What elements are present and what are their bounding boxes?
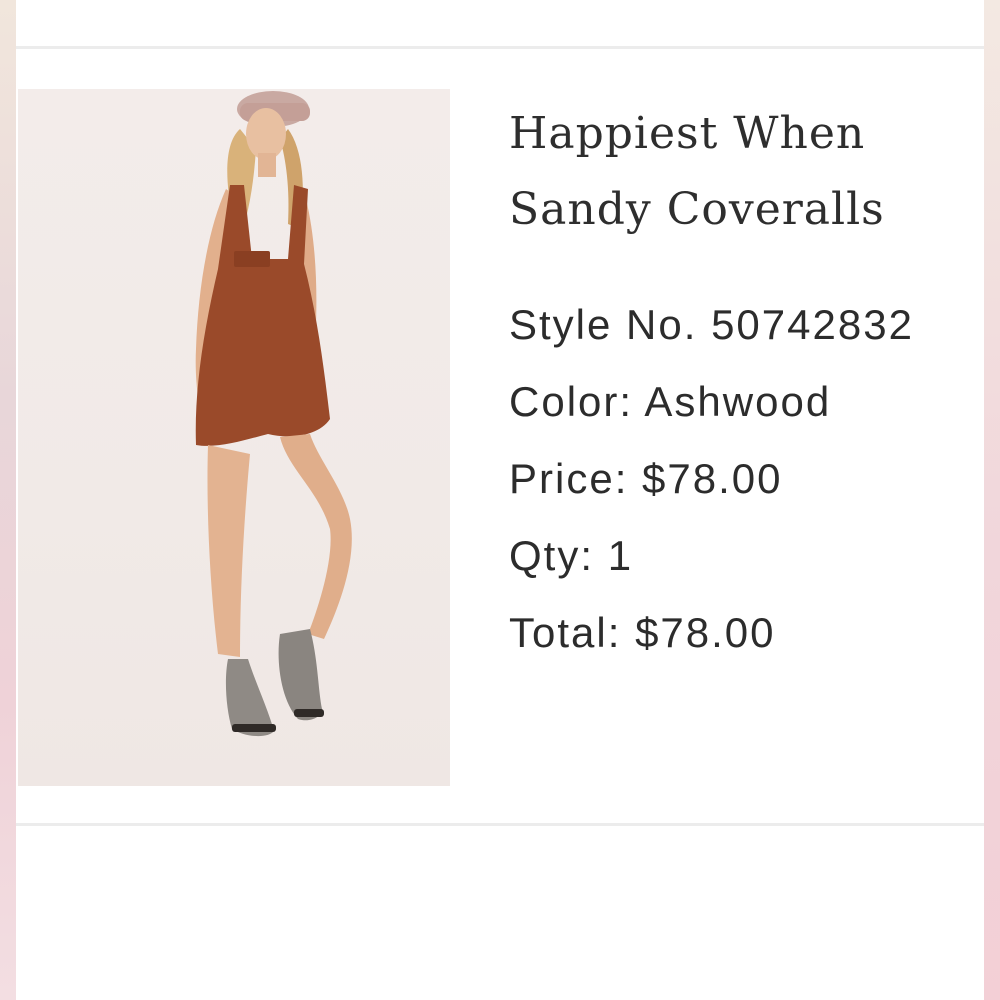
price-label: Price: (509, 455, 629, 502)
style-number-row: Style No. 50742832 (509, 286, 979, 363)
price-row: Price: $78.00 (509, 440, 979, 517)
total-value: $78.00 (635, 609, 776, 656)
title-line-2: Sandy Coveralls (509, 184, 885, 235)
product-title[interactable]: Happiest When Sandy Coveralls (509, 96, 979, 248)
qty-label: Qty: (509, 532, 595, 579)
total-label: Total: (509, 609, 622, 656)
total-row: Total: $78.00 (509, 594, 979, 671)
screen: Happiest When Sandy Coveralls Style No. … (0, 0, 1000, 1000)
right-edge (984, 0, 1000, 1000)
title-line-1: Happiest When (509, 108, 866, 159)
price-value: $78.00 (642, 455, 783, 502)
product-image[interactable] (18, 89, 450, 786)
top-divider (16, 46, 984, 49)
color-label: Color: (509, 378, 634, 425)
color-row: Color: Ashwood (509, 363, 979, 440)
color-value: Ashwood (644, 378, 832, 425)
left-edge (0, 0, 16, 1000)
bottom-divider (16, 823, 984, 826)
qty-value: 1 (607, 532, 634, 579)
style-value: 50742832 (711, 301, 914, 348)
qty-row: Qty: 1 (509, 517, 979, 594)
product-details: Happiest When Sandy Coveralls Style No. … (509, 96, 979, 671)
style-label: Style No. (509, 301, 698, 348)
product-photo (195, 91, 352, 737)
